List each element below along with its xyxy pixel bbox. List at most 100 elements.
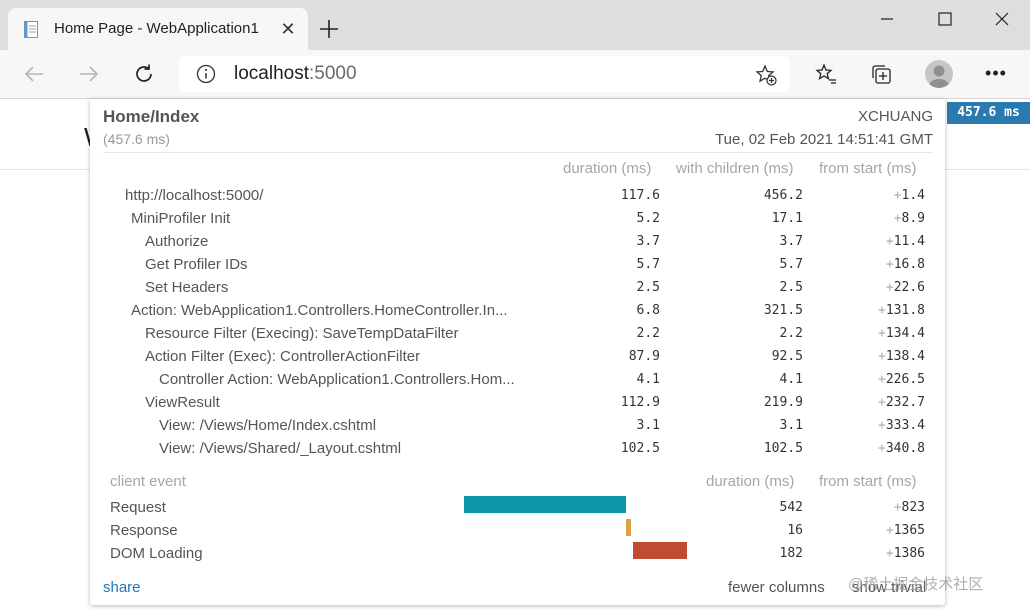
timing-from-start: +226.5 — [90, 372, 925, 387]
timing-row[interactable]: View: /Views/Home/Index.cshtml 3.1 3.1 +333… — [90, 414, 945, 437]
favorites-icon[interactable] — [815, 63, 837, 85]
browser-toolbar: localhost:5000 ••• — [0, 50, 1030, 99]
from-start-value: 138.4 — [885, 349, 925, 364]
plus-sign: + — [893, 211, 902, 226]
client-duration-header: duration (ms) — [706, 473, 795, 490]
plus-sign: + — [878, 372, 886, 387]
window-close-icon[interactable] — [993, 10, 1011, 28]
duration-column-header: duration (ms) — [563, 160, 652, 177]
profiler-popup: Home/Index (457.6 ms) XCHUANG Tue, 02 Fe… — [90, 99, 945, 605]
tab-title: Home Page - WebApplication1 — [54, 20, 259, 37]
plus-sign: + — [878, 395, 886, 410]
timing-from-start: +232.7 — [90, 395, 925, 410]
add-favorite-icon[interactable] — [755, 64, 777, 86]
more-options-icon[interactable]: ••• — [985, 62, 1007, 84]
plus-sign: + — [878, 441, 886, 456]
divider — [103, 152, 933, 153]
share-link[interactable]: share — [103, 579, 141, 596]
address-bar[interactable]: localhost:5000 — [179, 56, 790, 92]
timing-row[interactable]: Action Filter (Exec): ControllerActionFi… — [90, 345, 945, 368]
timing-row[interactable]: ViewResult 112.9 219.9 +232.7 — [90, 391, 945, 414]
timing-from-start: +11.4 — [90, 234, 925, 249]
from-start-value: 226.5 — [885, 372, 925, 387]
timing-from-start: +131.8 — [90, 303, 925, 318]
timing-row[interactable]: MiniProfiler Init 5.2 17.1 +8.9 — [90, 207, 945, 230]
client-event-from-start: +1365 — [90, 523, 925, 538]
from-start-value: 333.4 — [885, 418, 925, 433]
plus-sign: + — [878, 326, 886, 341]
from-start-value: 16.8 — [893, 257, 925, 272]
plus-sign: + — [893, 188, 902, 203]
maximize-icon[interactable] — [936, 10, 954, 28]
from-start-value: 8.9 — [901, 211, 925, 226]
client-event-header: client event — [110, 473, 186, 490]
client-from-start-header: from start (ms) — [819, 473, 917, 490]
plus-sign: + — [885, 280, 894, 295]
timing-row[interactable]: View: /Views/Shared/_Layout.cshtml 102.5 1… — [90, 437, 945, 460]
from-start-value: 11.4 — [893, 234, 925, 249]
with-children-column-header: with children (ms) — [676, 160, 794, 177]
timing-from-start: +340.8 — [90, 441, 925, 456]
timing-row[interactable]: Controller Action: WebApplication1.Contr… — [90, 368, 945, 391]
timing-from-start: +1.4 — [90, 188, 925, 203]
tab-strip: Home Page - WebApplication1 ✕ — [0, 0, 1030, 50]
timing-row[interactable]: Authorize 3.7 3.7 +11.4 — [90, 230, 945, 253]
client-event-row: Response 16 +1365 — [90, 519, 945, 542]
timing-from-start: +138.4 — [90, 349, 925, 364]
from-start-value: 1365 — [893, 523, 925, 538]
timing-from-start: +16.8 — [90, 257, 925, 272]
from-start-value: 1386 — [893, 546, 925, 561]
url-port: :5000 — [309, 63, 357, 84]
plus-sign: + — [885, 234, 894, 249]
from-start-value: 823 — [901, 500, 925, 515]
plus-sign: + — [885, 523, 894, 538]
refresh-icon[interactable] — [133, 63, 155, 85]
forward-arrow-icon[interactable] — [78, 63, 100, 85]
from-start-value: 1.4 — [901, 188, 925, 203]
from-start-value: 232.7 — [885, 395, 925, 410]
minimize-icon[interactable] — [878, 10, 896, 28]
collections-icon[interactable] — [870, 63, 892, 85]
new-tab-icon[interactable] — [318, 18, 340, 40]
profiler-machine-name: XCHUANG — [857, 108, 933, 125]
url-host: localhost — [234, 63, 309, 84]
back-arrow-icon[interactable] — [23, 63, 45, 85]
profiler-total-duration: (457.6 ms) — [103, 131, 170, 147]
timing-from-start: +333.4 — [90, 418, 925, 433]
plus-sign: + — [878, 303, 886, 318]
client-event-from-start: +823 — [90, 500, 925, 515]
site-info-icon[interactable] — [196, 64, 216, 84]
url-text[interactable]: localhost:5000 — [234, 63, 357, 85]
plus-sign: + — [893, 500, 902, 515]
from-start-value: 22.6 — [893, 280, 925, 295]
timing-from-start: +8.9 — [90, 211, 925, 226]
timing-from-start: +22.6 — [90, 280, 925, 295]
plus-sign: + — [885, 546, 894, 561]
plus-sign: + — [878, 418, 886, 433]
from-start-value: 134.4 — [885, 326, 925, 341]
profiler-badge[interactable]: 457.6 ms — [947, 102, 1030, 124]
plus-sign: + — [878, 349, 886, 364]
browser-tab[interactable]: Home Page - WebApplication1 ✕ — [8, 8, 308, 50]
timing-row[interactable]: Set Headers 2.5 2.5 +22.6 — [90, 276, 945, 299]
timing-from-start: +134.4 — [90, 326, 925, 341]
client-event-row: DOM Loading 182 +1386 — [90, 542, 945, 565]
timing-row[interactable]: Action: WebApplication1.Controllers.Home… — [90, 299, 945, 322]
browser-window: Home Page - WebApplication1 ✕ localhost:… — [0, 0, 1030, 612]
client-event-from-start: +1386 — [90, 546, 925, 561]
watermark-text: @稀土掘金技术社区 — [848, 576, 984, 593]
timing-row[interactable]: Get Profiler IDs 5.7 5.7 +16.8 — [90, 253, 945, 276]
client-event-row: Request 542 +823 — [90, 496, 945, 519]
fewer-columns-link[interactable]: fewer columns — [728, 579, 825, 596]
from-start-value: 131.8 — [885, 303, 925, 318]
user-icon — [929, 65, 949, 88]
page-favicon-icon — [24, 21, 38, 38]
from-start-value: 340.8 — [885, 441, 925, 456]
plus-sign: + — [885, 257, 894, 272]
timing-row[interactable]: http://localhost:5000/117.6 456.2 +1.4 — [90, 184, 945, 207]
timing-row[interactable]: Resource Filter (Execing): SaveTempDataF… — [90, 322, 945, 345]
profile-avatar[interactable] — [925, 60, 953, 88]
profiler-timestamp: Tue, 02 Feb 2021 14:51:41 GMT — [715, 131, 933, 148]
close-tab-icon[interactable]: ✕ — [278, 19, 298, 39]
profiler-title: Home/Index — [103, 107, 200, 126]
